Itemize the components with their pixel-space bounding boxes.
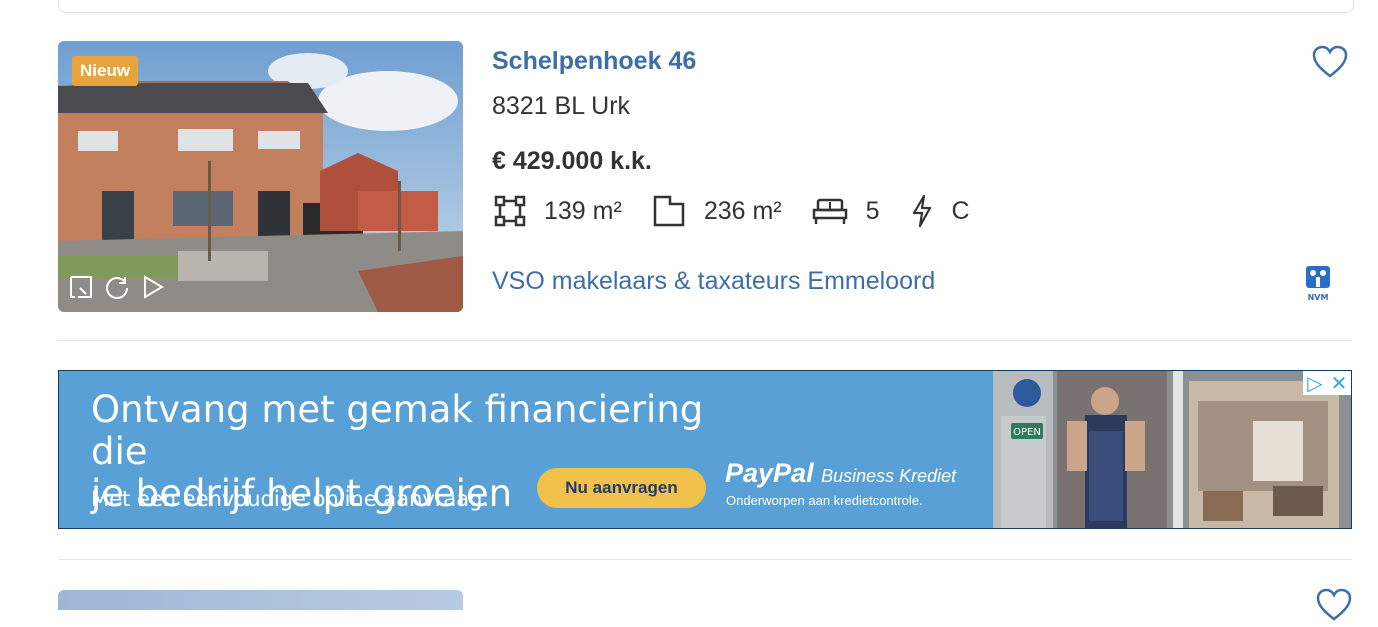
listing-address: 8321 BL Urk — [492, 92, 631, 120]
feature-energy-label: C — [910, 194, 970, 228]
listing-features: 139 m² 236 m² 5 C — [494, 194, 1000, 228]
energy-bolt-icon — [912, 194, 931, 228]
favorite-heart-icon[interactable] — [1316, 588, 1352, 622]
agent-link[interactable]: VSO makelaars & taxateurs Emmeloord — [492, 267, 935, 296]
360-view-icon[interactable] — [104, 274, 130, 300]
new-badge: Nieuw — [72, 56, 139, 86]
nvm-logo-icon: NVM — [1304, 264, 1332, 304]
ad-note: Onderworpen aan kredietcontrole. — [726, 493, 923, 508]
bed-icon — [812, 198, 847, 224]
listing-title[interactable]: Schelpenhoek 46 — [492, 47, 696, 76]
adchoices-icon[interactable]: ▷ — [1303, 371, 1327, 395]
floorplan-icon[interactable] — [68, 274, 94, 300]
advertisement-banner[interactable]: Ontvang met gemak financiering die je be… — [58, 370, 1352, 529]
feature-living-area: 139 m² — [494, 195, 622, 227]
rooms-value: 5 — [865, 196, 880, 225]
ad-photo: OPEN — [993, 371, 1351, 528]
feature-plot-area: 236 m² — [652, 194, 782, 228]
divider — [58, 559, 1352, 560]
svg-text:OPEN: OPEN — [1013, 427, 1041, 438]
plot-area-value: 236 m² — [703, 196, 782, 225]
svg-text:NVM: NVM — [1308, 293, 1329, 302]
next-listing-photo[interactable] — [58, 590, 463, 610]
living-area-value: 139 m² — [544, 196, 622, 225]
listing-photo[interactable]: Nieuw — [58, 41, 463, 312]
favorite-heart-icon[interactable] — [1312, 45, 1348, 79]
feature-rooms: 5 — [812, 196, 880, 226]
divider — [58, 340, 1352, 341]
plot-area-icon — [653, 195, 685, 227]
ad-cta-button[interactable]: Nu aanvragen — [537, 468, 706, 508]
previous-listing-card-edge — [58, 0, 1354, 13]
paypal-brand: PayPal Business Krediet — [725, 458, 957, 488]
listing-card[interactable]: Nieuw Schelpenhoek 46 8321 BL Urk € 429.… — [58, 41, 1352, 313]
living-area-icon — [494, 195, 526, 227]
video-play-icon[interactable] — [140, 274, 166, 300]
close-ad-icon[interactable]: ✕ — [1327, 371, 1351, 395]
ad-choices[interactable]: ▷ ✕ — [1303, 371, 1351, 395]
listing-price: € 429.000 k.k. — [492, 147, 652, 175]
ad-subtext: Met een eenvoudige online aanvraag. — [91, 487, 490, 511]
energy-label-value: C — [951, 196, 970, 225]
